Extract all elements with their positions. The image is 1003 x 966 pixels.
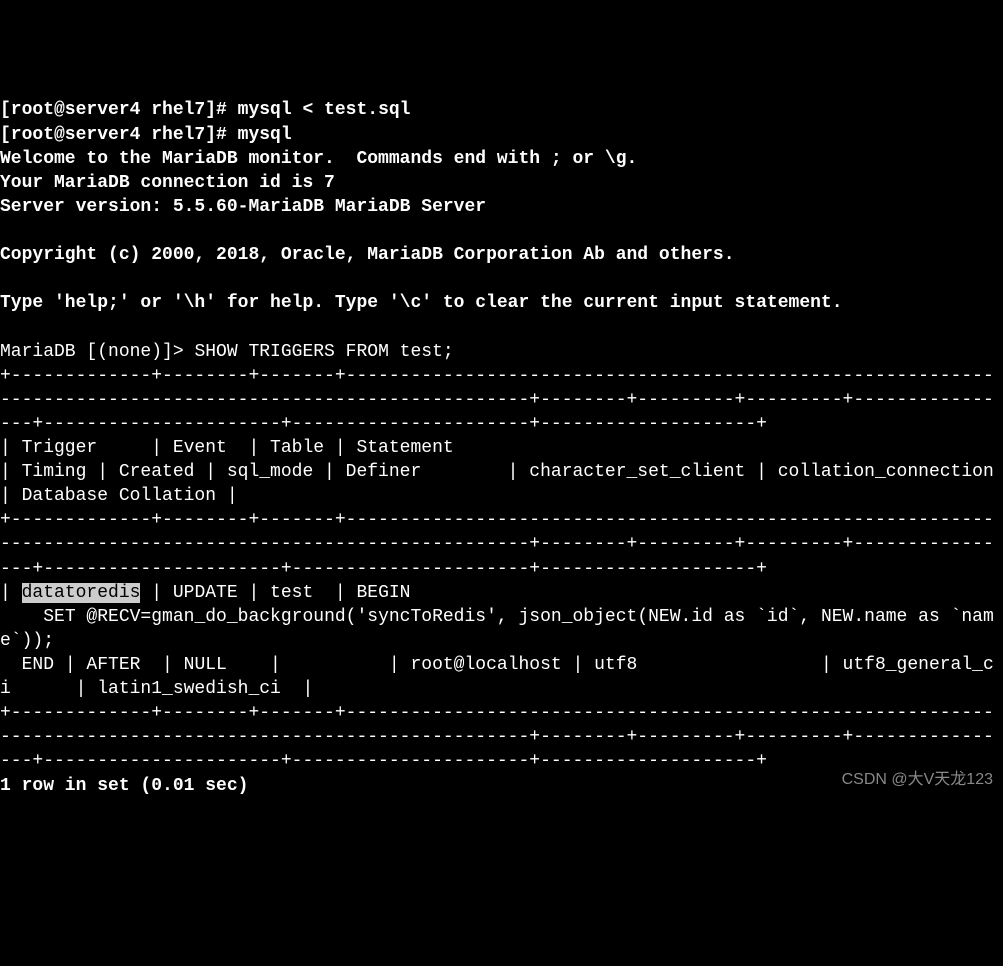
row-part-3: END | AFTER | NULL | | root@localhost | … (0, 655, 994, 699)
help-line: Type 'help;' or '\h' for help. Type '\c'… (0, 293, 843, 313)
shell-prompt-1: [root@server4 rhel7]# (0, 100, 238, 120)
table-header: | Trigger | Event | Table | Statement | … (0, 438, 1003, 506)
table-separator-mid: +-------------+--------+-------+--------… (0, 510, 994, 578)
row-prefix: | (0, 583, 22, 603)
row-part-1: | UPDATE | test | BEGIN (140, 583, 410, 603)
row-part-2: SET @RECV=gman_do_background('syncToRedi… (0, 607, 994, 651)
shell-prompt-2: [root@server4 rhel7]# (0, 125, 238, 145)
welcome-line-3: Server version: 5.5.60-MariaDB MariaDB S… (0, 197, 486, 217)
result-line: 1 row in set (0.01 sec) (0, 776, 248, 796)
command-2: mysql (238, 125, 292, 145)
terminal-output: [root@server4 rhel7]# mysql < test.sql [… (0, 98, 1003, 797)
table-separator-top: +-------------+--------+-------+--------… (0, 366, 994, 434)
command-1: mysql < test.sql (238, 100, 411, 120)
trigger-name-highlighted: datatoredis (22, 583, 141, 603)
csdn-watermark: CSDN @大V天龙123 (842, 769, 993, 790)
sql-query: SHOW TRIGGERS FROM test; (194, 342, 453, 362)
table-separator-bottom: +-------------+--------+-------+--------… (0, 703, 994, 771)
copyright-line: Copyright (c) 2000, 2018, Oracle, MariaD… (0, 245, 735, 265)
welcome-line-1: Welcome to the MariaDB monitor. Commands… (0, 149, 637, 169)
welcome-line-2: Your MariaDB connection id is 7 (0, 173, 335, 193)
mariadb-prompt: MariaDB [(none)]> (0, 342, 194, 362)
